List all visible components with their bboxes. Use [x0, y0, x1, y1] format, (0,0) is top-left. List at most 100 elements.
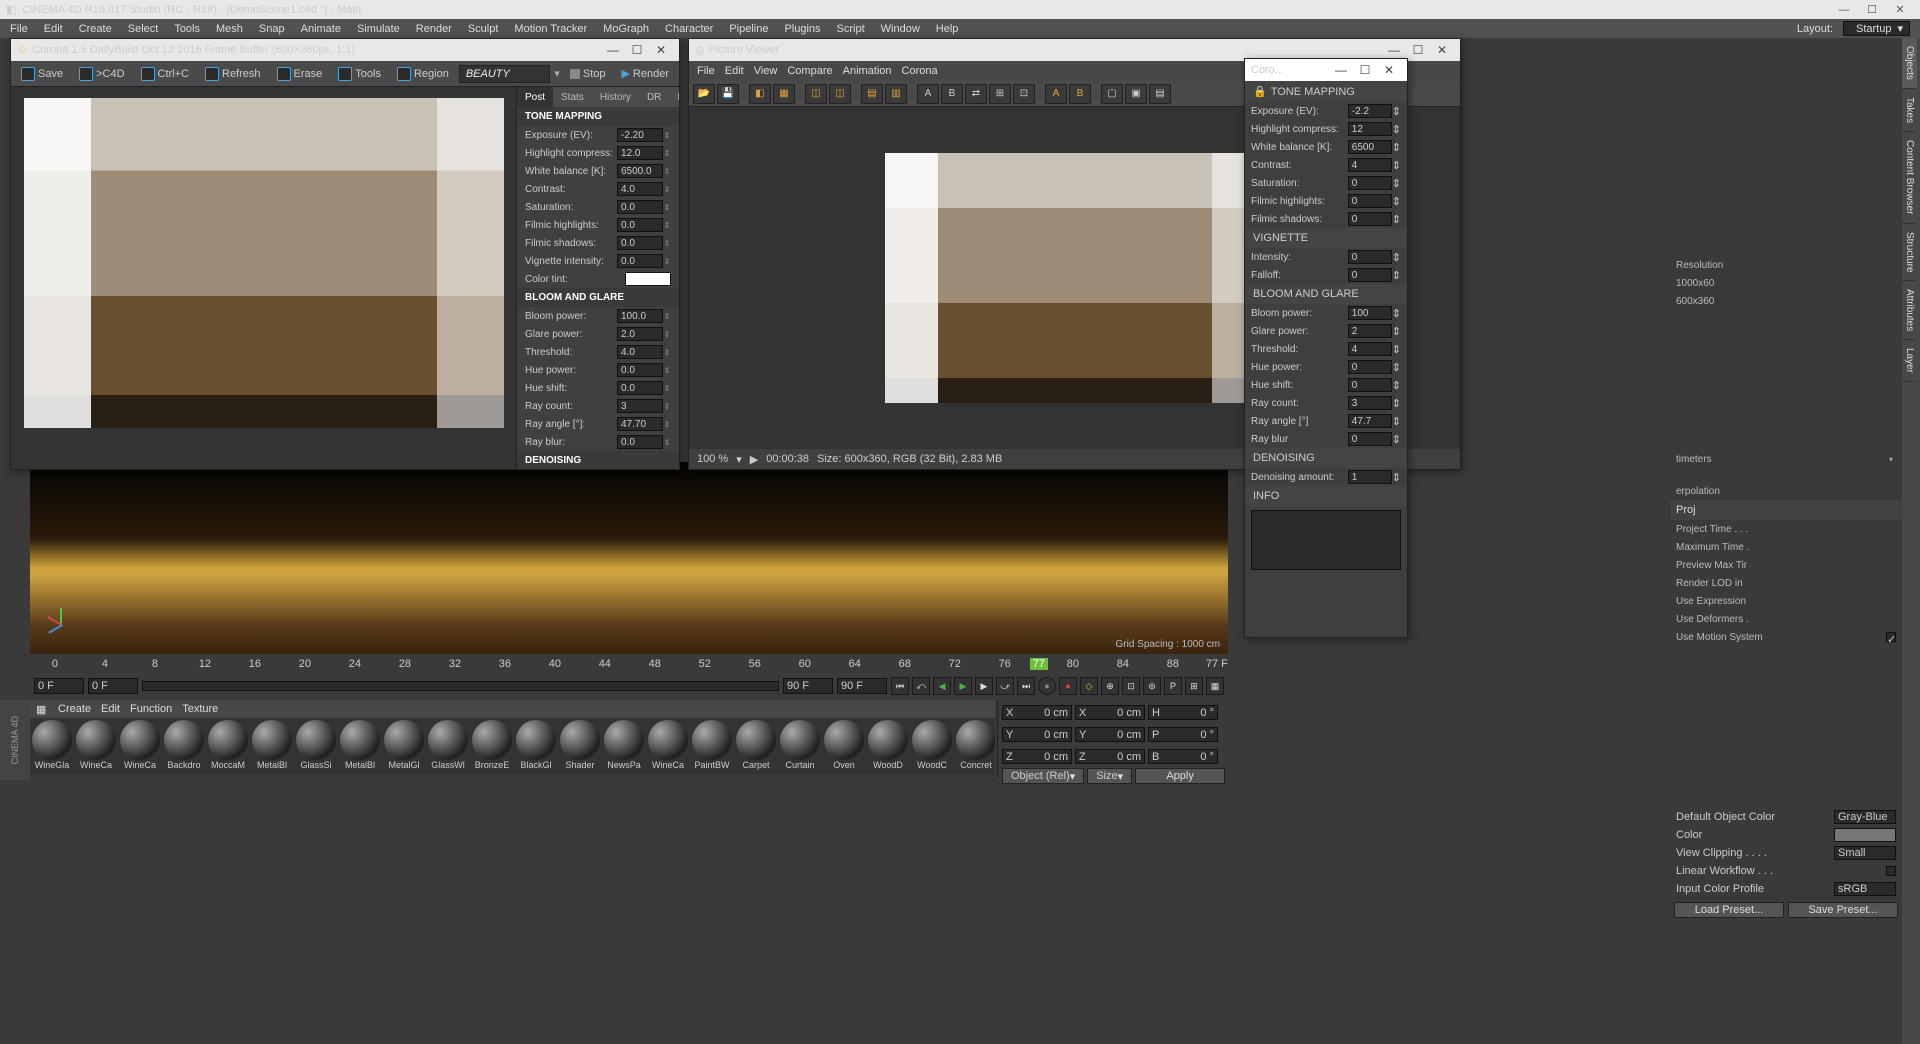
spinner-icon[interactable]: ⇕ — [1392, 269, 1401, 282]
menu-character[interactable]: Character — [659, 23, 719, 35]
side-tab-structure[interactable]: Structure — [1902, 224, 1917, 282]
spinner-icon[interactable]: ⇕ — [663, 203, 671, 212]
maximize-button[interactable]: ☐ — [1858, 3, 1886, 16]
timeline-marker[interactable]: 77 — [1030, 658, 1048, 670]
pv-filter2-icon[interactable]: ▥ — [885, 84, 907, 104]
pv-ch-a-icon[interactable]: A — [1045, 84, 1067, 104]
corona-tm-input[interactable]: 0 — [1348, 194, 1392, 208]
corona-close-button[interactable]: ✕ — [1377, 63, 1401, 77]
menu-mesh[interactable]: Mesh — [210, 23, 249, 35]
start-frame-input-2[interactable] — [88, 678, 138, 694]
menu-pipeline[interactable]: Pipeline — [723, 23, 774, 35]
spinner-icon[interactable]: ⇕ — [1392, 307, 1401, 320]
pv-hist1-icon[interactable]: ◫ — [805, 84, 827, 104]
play-button[interactable]: ▶ — [954, 677, 972, 695]
material-item[interactable]: BronzeE — [470, 718, 514, 774]
material-item[interactable]: MetalBl — [250, 718, 294, 774]
material-item[interactable]: WineCa — [118, 718, 162, 774]
spinner-icon[interactable]: ⇕ — [1392, 433, 1401, 446]
pv-minimize-button[interactable]: — — [1382, 43, 1406, 57]
coord-input[interactable]: B0 ° — [1148, 749, 1218, 764]
menu-help[interactable]: Help — [930, 23, 965, 35]
close-button[interactable]: ✕ — [1886, 3, 1914, 16]
vfb-channel-dropdown[interactable]: BEAUTY — [459, 65, 550, 83]
vfb-bloom-input[interactable]: 4.0 — [617, 345, 663, 359]
pv-nav2-icon[interactable]: ▦ — [773, 84, 795, 104]
spinner-icon[interactable]: ⇕ — [663, 239, 671, 248]
menu-window[interactable]: Window — [875, 23, 926, 35]
vfb-bloom-input[interactable]: 0.0 — [617, 381, 663, 395]
coord-apply-button[interactable]: Apply — [1135, 768, 1225, 784]
spinner-icon[interactable]: ⇕ — [663, 131, 671, 140]
corona-tm-input[interactable]: 0 — [1348, 212, 1392, 226]
prev-key-button[interactable]: ⤺ — [912, 677, 930, 695]
corona-bloom-input[interactable]: 0 — [1348, 378, 1392, 392]
material-item[interactable]: Carpet — [734, 718, 778, 774]
pv-ch-b-icon[interactable]: B — [1069, 84, 1091, 104]
use-motion-checkbox[interactable]: ✓ — [1886, 632, 1896, 642]
side-tab-layer[interactable]: Layer — [1902, 340, 1917, 382]
vfb-render-button[interactable]: ▶Render — [615, 64, 675, 84]
vfb-tab-history[interactable]: History — [592, 87, 639, 107]
color-swatch[interactable] — [1834, 828, 1896, 842]
view-clipping-dropdown[interactable]: Small — [1834, 846, 1896, 860]
pv-ab3-icon[interactable]: ⇄ — [965, 84, 987, 104]
material-menu-create[interactable]: Create — [58, 703, 91, 715]
pv-maximize-button[interactable]: ☐ — [1406, 43, 1430, 57]
corona-bloom-input[interactable]: 47.7 — [1348, 414, 1392, 428]
pv-close-button[interactable]: ✕ — [1430, 43, 1454, 57]
material-item[interactable]: PaintBW — [690, 718, 734, 774]
spinner-icon[interactable]: ⇕ — [663, 312, 671, 321]
vfb-tm-input[interactable]: 0.0 — [617, 254, 663, 268]
material-item[interactable]: GlassSi — [294, 718, 338, 774]
goto-end-button[interactable]: ⏭ — [1017, 677, 1035, 695]
coord-input[interactable]: H0 ° — [1148, 705, 1218, 720]
vfb-tab-stats[interactable]: Stats — [553, 87, 592, 107]
vfb-tm-input[interactable]: -2.20 — [617, 128, 663, 142]
pv-menu-animation[interactable]: Animation — [843, 65, 892, 77]
pv-menu-file[interactable]: File — [697, 65, 715, 77]
key-rot-icon[interactable]: ⊚ — [1143, 677, 1161, 695]
spinner-icon[interactable]: ⇕ — [1392, 177, 1401, 190]
material-menu-texture[interactable]: Texture — [182, 703, 218, 715]
pv-open-icon[interactable]: 📂 — [693, 84, 715, 104]
corona-tm-input[interactable]: 0 — [1348, 176, 1392, 190]
menu-file[interactable]: File — [4, 23, 34, 35]
corona-bloom-input[interactable]: 3 — [1348, 396, 1392, 410]
coord-input[interactable]: X0 cm — [1002, 705, 1072, 720]
side-tab-objects[interactable]: Objects — [1902, 38, 1917, 89]
linear-workflow-checkbox[interactable] — [1886, 866, 1896, 876]
corona-maximize-button[interactable]: ☐ — [1353, 63, 1377, 77]
record-button[interactable]: ● — [1038, 677, 1056, 695]
pv-save-icon[interactable]: 💾 — [717, 84, 739, 104]
material-item[interactable]: WineGla — [30, 718, 74, 774]
side-tab-attributes[interactable]: Attributes — [1902, 281, 1917, 340]
pv-layer1-icon[interactable]: ▢ — [1101, 84, 1123, 104]
key-pos-icon[interactable]: ⊕ — [1101, 677, 1119, 695]
vfb-minimize-button[interactable]: — — [601, 43, 625, 57]
material-item[interactable]: Concret — [954, 718, 995, 774]
vfb-region-button[interactable]: Region — [391, 64, 455, 84]
vfb-tools-button[interactable]: Tools — [332, 64, 387, 84]
vfb-bloom-input[interactable]: 2.0 — [617, 327, 663, 341]
corona-tm-input[interactable]: 12 — [1348, 122, 1392, 136]
coord-input[interactable]: Y0 cm — [1002, 727, 1072, 742]
corona-bloom-input[interactable]: 2 — [1348, 324, 1392, 338]
end-frame-input[interactable] — [783, 678, 833, 694]
pv-ab1-icon[interactable]: A — [917, 84, 939, 104]
coord-input[interactable]: X0 cm — [1075, 705, 1145, 720]
vfb-c4d-button[interactable]: >C4D — [73, 64, 130, 84]
coord-size-dropdown[interactable]: Size ▾ — [1087, 768, 1132, 784]
material-item[interactable]: WoodC — [910, 718, 954, 774]
material-item[interactable]: NewsPa — [602, 718, 646, 774]
default-color-dropdown[interactable]: Gray-Blue — [1834, 810, 1896, 824]
autokey-button[interactable]: ● — [1059, 677, 1077, 695]
vfb-titlebar[interactable]: ☺ Corona 1.5 DailyBuild Oct 12 2016 Fram… — [11, 39, 679, 61]
vfb-maximize-button[interactable]: ☐ — [625, 43, 649, 57]
pv-ab4-icon[interactable]: ⊞ — [989, 84, 1011, 104]
timeline-track[interactable] — [142, 681, 779, 691]
corona-bloom-input[interactable]: 4 — [1348, 342, 1392, 356]
menu-create[interactable]: Create — [73, 23, 118, 35]
pv-nav1-icon[interactable]: ◧ — [749, 84, 771, 104]
spinner-icon[interactable]: ⇕ — [1392, 251, 1401, 264]
